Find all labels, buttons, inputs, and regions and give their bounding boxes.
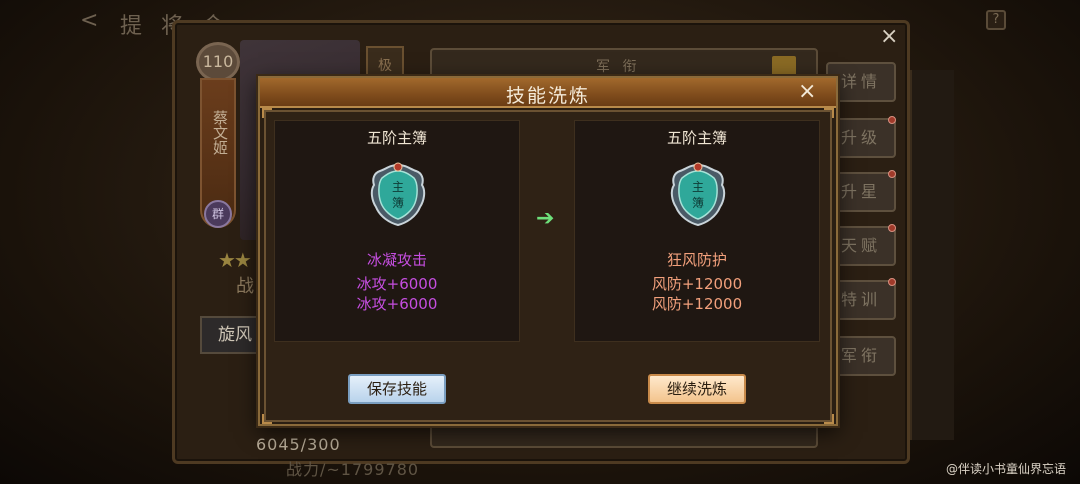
arrow-right-icon: ➔ <box>536 206 555 231</box>
faction-badge: 群 <box>204 200 232 228</box>
token-glyph-top: 主 <box>692 180 704 194</box>
help-button[interactable]: ? <box>986 10 1006 30</box>
hero-level-badge: 110 <box>196 42 240 82</box>
dialog-body: 五阶主簿 主 簿 冰凝攻击 冰攻+6000 冰攻+6000 ➔ 五阶主簿 主 簿 <box>262 108 834 424</box>
rank-emblem-icon <box>772 56 796 76</box>
rank-tab-label: 军 衔 <box>596 59 641 75</box>
hero-stars-icon: ★★ <box>218 248 252 272</box>
skill-stat-line: 风防+12000 <box>651 295 743 313</box>
side-button-label: 详情 <box>840 72 881 91</box>
dialog-title: 技能洗炼 <box>505 85 590 107</box>
skill-name: 冰凝攻击 <box>366 251 427 269</box>
hero-power-readout: 战力/~1799780 <box>286 460 420 479</box>
corner-ornament-icon <box>824 108 834 118</box>
skill-refine-dialog: 技能洗炼 × 五阶主簿 主 簿 冰凝攻击 冰攻+6000 冰攻+6000 ➔ 五… <box>258 76 838 426</box>
hero-name: 蔡文姬 <box>211 110 229 155</box>
skill-stat-line: 冰攻+6000 <box>356 275 438 293</box>
token-glyph-top: 主 <box>392 180 404 194</box>
corner-ornament-icon <box>824 414 834 424</box>
notification-dot-icon <box>888 278 896 286</box>
skill-stat-line: 风防+12000 <box>651 275 743 293</box>
skill-tier-label: 五阶主簿 <box>366 129 427 147</box>
dialog-header: 技能洗炼 × <box>260 78 836 108</box>
notification-dot-icon <box>888 170 896 178</box>
side-button-label: 特训 <box>840 290 881 309</box>
side-button-label: 升星 <box>840 182 881 201</box>
skill-token-icon: 主 簿 <box>370 162 426 227</box>
watermark: @伴读小书童仙界忘语 <box>946 462 1067 476</box>
bottom-nav-icons[interactable] <box>128 440 208 480</box>
side-button-label: 天赋 <box>840 236 881 255</box>
skill-tier-label: 五阶主簿 <box>666 129 727 147</box>
current-skill-card: 五阶主簿 主 簿 冰凝攻击 冰攻+6000 冰攻+6000 <box>274 120 520 342</box>
side-button-label: 军衔 <box>840 346 881 365</box>
back-arrow-icon[interactable]: < <box>80 8 98 33</box>
side-decoration <box>910 70 954 440</box>
battle-label: 战 <box>236 276 254 297</box>
new-skill-card: 五阶主簿 主 簿 狂风防护 风防+12000 风防+12000 <box>574 120 820 342</box>
skill-token-icon: 主 簿 <box>670 162 726 227</box>
corner-ornament-icon <box>262 414 272 424</box>
skill-stat-line: 冰攻+6000 <box>356 295 438 313</box>
notification-dot-icon <box>888 116 896 124</box>
hero-mp-readout: 6045/300 <box>256 435 341 454</box>
save-skill-button[interactable]: 保存技能 <box>348 374 446 404</box>
side-button-label: 升级 <box>840 128 881 147</box>
hero-panel-close-icon[interactable]: × <box>880 24 898 49</box>
continue-refine-button[interactable]: 继续洗炼 <box>648 374 746 404</box>
skill-name: 狂风防护 <box>666 251 727 269</box>
token-glyph-bottom: 簿 <box>692 195 704 210</box>
notification-dot-icon <box>888 224 896 232</box>
close-icon[interactable]: × <box>798 80 816 104</box>
corner-ornament-icon <box>262 108 272 118</box>
token-glyph-bottom: 簿 <box>392 195 404 210</box>
